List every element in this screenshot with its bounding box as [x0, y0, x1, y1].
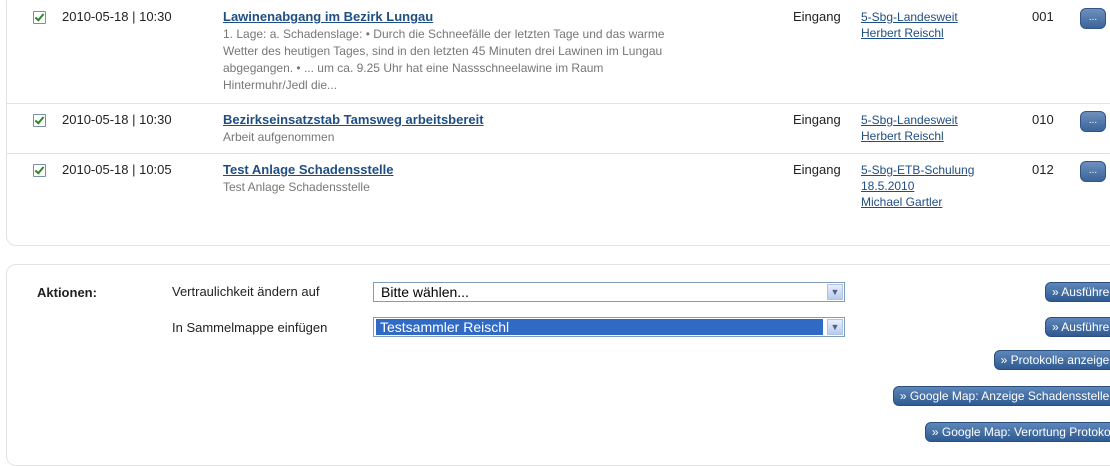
entry-number: 010	[1032, 112, 1054, 127]
entry-type: Eingang	[793, 162, 841, 177]
source-link[interactable]: 5-Sbg-Landesweit	[861, 112, 958, 128]
entry-title-link[interactable]: Test Anlage Schadensstelle	[223, 162, 394, 177]
more-options-button[interactable]: ...	[1080, 161, 1106, 182]
entry-type: Eingang	[793, 112, 841, 127]
confidentiality-select-value: Bitte wählen...	[381, 284, 469, 300]
entry-checkbox[interactable]	[33, 11, 46, 24]
entries-panel: 2010-05-18 | 10:30 Lawinenabgang im Bezi…	[6, 0, 1110, 246]
entry-source: 5-Sbg-Landesweit Herbert Reischl	[861, 112, 958, 144]
chevron-down-icon[interactable]: ▼	[827, 284, 843, 300]
entry-title-link[interactable]: Bezirkseinsatzstab Tamsweg arbeitsbereit	[223, 112, 484, 127]
entry-date: 2010-05-18 | 10:30	[62, 9, 172, 24]
entry-date: 2010-05-18 | 10:30	[62, 112, 172, 127]
folder-label: In Sammelmappe einfügen	[172, 320, 328, 335]
source-link[interactable]: 5-Sbg-ETB-Schulung	[861, 162, 974, 178]
confidentiality-label: Vertraulichkeit ändern auf	[172, 284, 320, 299]
entry-type: Eingang	[793, 9, 841, 24]
confidentiality-select[interactable]: Bitte wählen... ▼	[373, 282, 845, 302]
execute-confidentiality-button[interactable]: » Ausführen	[1044, 282, 1110, 302]
entry-checkbox[interactable]	[33, 164, 46, 177]
entry-row: 2010-05-18 | 10:30 Lawinenabgang im Bezi…	[7, 1, 1110, 104]
actions-heading: Aktionen:	[37, 285, 97, 300]
execute-folder-button[interactable]: » Ausführen	[1044, 317, 1110, 337]
entry-checkbox[interactable]	[33, 114, 46, 127]
actions-panel: Aktionen: Vertraulichkeit ändern auf Bit…	[6, 264, 1110, 466]
source-link[interactable]: Herbert Reischl	[861, 25, 958, 41]
google-map-damage-sites-button[interactable]: » Google Map: Anzeige Schadensstellen	[892, 386, 1110, 406]
show-protocols-button[interactable]: » Protokolle anzeigen	[993, 350, 1110, 370]
folder-select-value: Testsammler Reischl	[376, 319, 823, 335]
entry-source: 5-Sbg-ETB-Schulung 18.5.2010 Michael Gar…	[861, 162, 974, 210]
source-link[interactable]: 5-Sbg-Landesweit	[861, 9, 958, 25]
chevron-down-icon[interactable]: ▼	[827, 319, 843, 335]
more-options-button[interactable]: ...	[1080, 111, 1106, 132]
more-options-button[interactable]: ...	[1080, 8, 1106, 29]
entry-date: 2010-05-18 | 10:05	[62, 162, 172, 177]
entry-row: 2010-05-18 | 10:05 Test Anlage Schadenss…	[7, 154, 1110, 224]
source-link[interactable]: Herbert Reischl	[861, 128, 958, 144]
entry-description: 1. Lage: a. Schadenslage: • Durch die Sc…	[223, 27, 665, 92]
entry-description: Test Anlage Schadensstelle	[223, 180, 370, 194]
source-link[interactable]: Michael Gartler	[861, 194, 974, 210]
entry-source: 5-Sbg-Landesweit Herbert Reischl	[861, 9, 958, 41]
entry-description: Arbeit aufgenommen	[223, 130, 335, 144]
entry-number: 012	[1032, 162, 1054, 177]
entry-row: 2010-05-18 | 10:30 Bezirkseinsatzstab Ta…	[7, 104, 1110, 154]
entry-title-link[interactable]: Lawinenabgang im Bezirk Lungau	[223, 9, 433, 24]
source-link[interactable]: 18.5.2010	[861, 178, 974, 194]
entry-number: 001	[1032, 9, 1054, 24]
folder-select[interactable]: Testsammler Reischl ▼	[373, 317, 845, 337]
google-map-protocol-location-button[interactable]: » Google Map: Verortung Protokoll	[924, 422, 1110, 442]
